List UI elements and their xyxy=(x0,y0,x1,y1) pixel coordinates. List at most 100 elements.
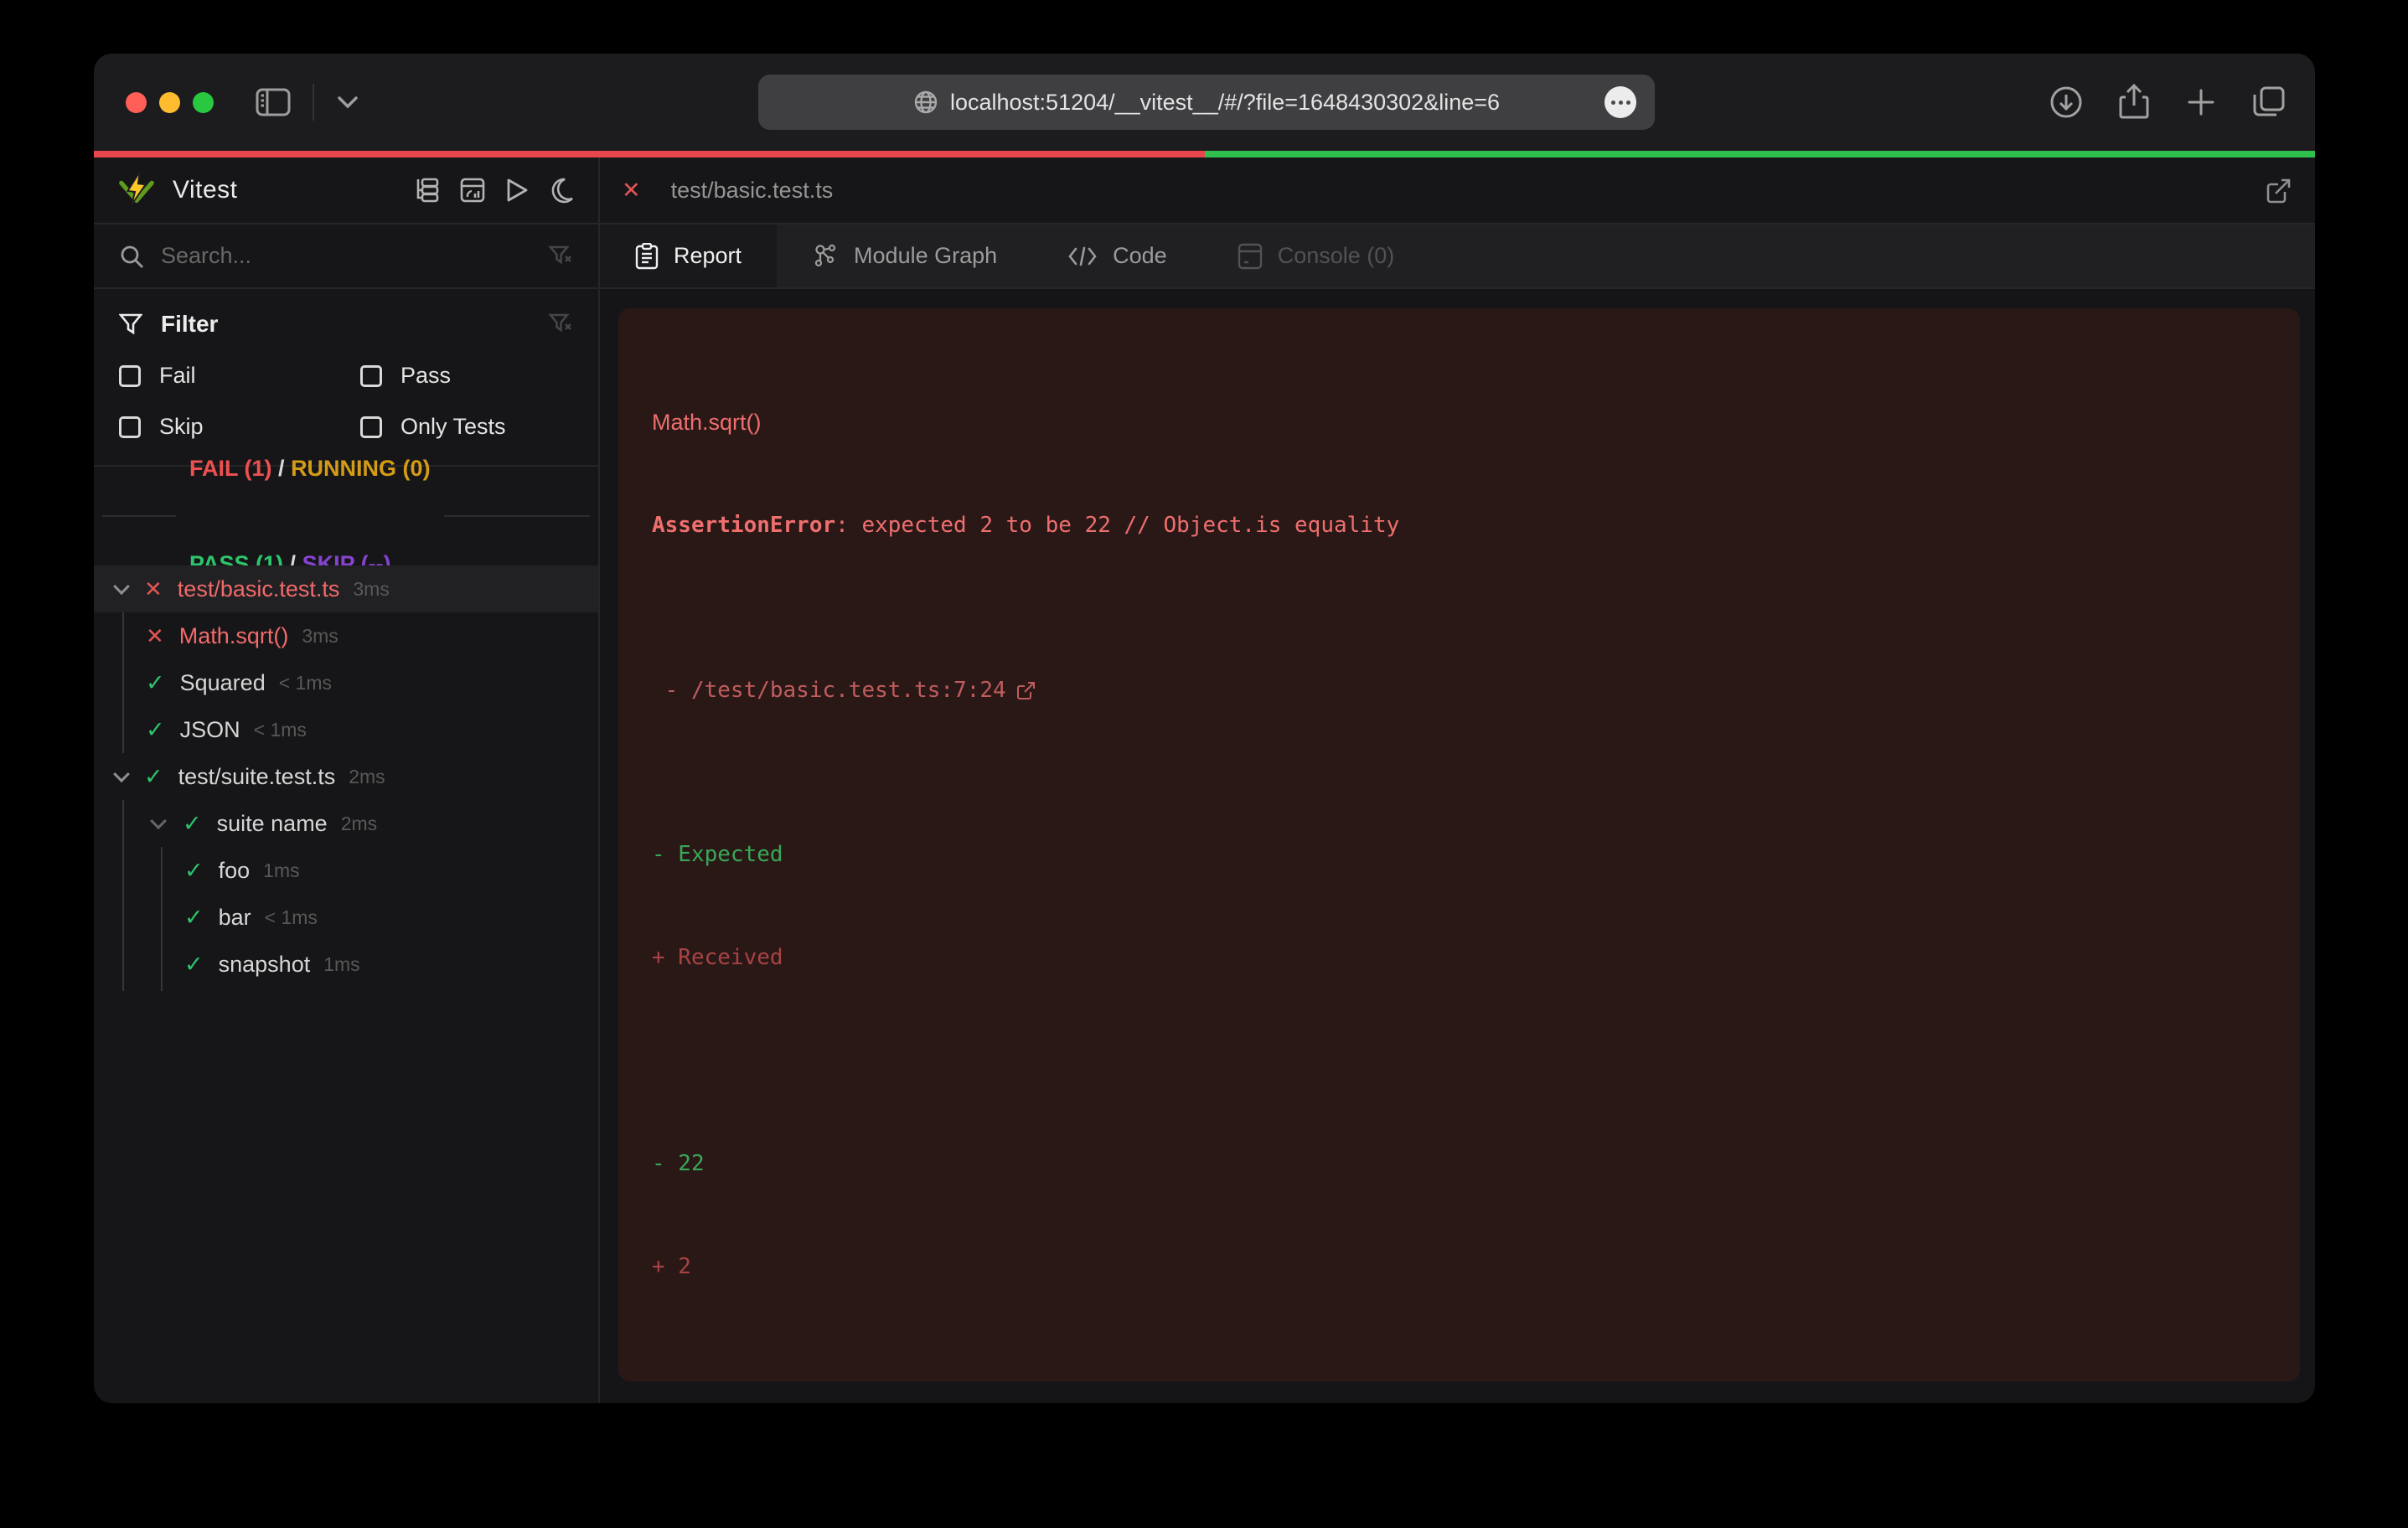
tab-label: Console (0) xyxy=(1278,243,1395,269)
tree-label: Math.sqrt() xyxy=(179,623,289,649)
tree-label: suite name xyxy=(217,811,328,837)
tree-row-file-basic[interactable]: ✕ test/basic.test.ts 3ms xyxy=(94,565,598,612)
filter-checkbox-pass[interactable]: Pass xyxy=(360,363,573,389)
tree-label: bar xyxy=(219,905,251,931)
tree-duration: 1ms xyxy=(323,953,359,976)
error-message: AssertionError: expected 2 to be 22 // O… xyxy=(652,508,2266,543)
tree-duration: < 1ms xyxy=(279,672,332,694)
open-file-header: ✕ test/basic.test.ts xyxy=(600,157,2315,225)
tree-label: Squared xyxy=(180,670,266,696)
failed-test-name: Math.sqrt() xyxy=(652,405,2266,440)
tree-duration: 2ms xyxy=(349,766,385,788)
search-placeholder: Search... xyxy=(161,243,251,268)
console-icon xyxy=(1238,243,1263,270)
search-input[interactable]: Search... xyxy=(161,243,548,269)
tab-module-graph[interactable]: Module Graph xyxy=(777,225,1032,287)
app-title: Vitest xyxy=(173,176,238,204)
pass-icon: ✓ xyxy=(184,905,204,931)
fail-count: FAIL (1) xyxy=(189,456,272,481)
browser-window: localhost:51204/__vitest__/#/?file=16484… xyxy=(94,54,2315,1403)
tree-guide-line xyxy=(122,612,124,753)
tab-code[interactable]: Code xyxy=(1032,225,1202,287)
tree-duration: 3ms xyxy=(353,578,389,601)
chevron-down-icon[interactable] xyxy=(150,813,167,829)
report-content: Math.sqrt() AssertionError: expected 2 t… xyxy=(600,289,2315,1403)
file-fail-icon: ✕ xyxy=(622,178,641,204)
tree-row-test-mathsqrt[interactable]: ✕ Math.sqrt() 3ms xyxy=(94,612,598,659)
dashboard-icon[interactable] xyxy=(459,177,486,204)
minimize-window-button[interactable] xyxy=(159,92,180,113)
clear-filter-icon[interactable] xyxy=(548,312,573,337)
running-count: RUNNING (0) xyxy=(291,456,431,481)
open-file-name: test/basic.test.ts xyxy=(671,178,834,204)
main-pane: ✕ test/basic.test.ts xyxy=(598,157,2315,1403)
list-tree-icon[interactable] xyxy=(414,177,441,204)
diff-received-label: + Received xyxy=(652,941,2266,975)
tree-row-test-squared[interactable]: ✓ Squared < 1ms xyxy=(94,659,598,706)
pass-icon: ✓ xyxy=(144,764,163,790)
tree-row-test-json[interactable]: ✓ JSON < 1ms xyxy=(94,706,598,753)
filter-title: Filter xyxy=(161,311,218,338)
test-summary: FAIL (1) / RUNNING (0) PASS (1) / SKIP (… xyxy=(94,467,598,565)
diff-received-value: + 2 xyxy=(652,1250,2266,1284)
tree-label: JSON xyxy=(180,717,240,743)
tree-label: foo xyxy=(219,858,251,884)
tree-duration: < 1ms xyxy=(265,906,318,929)
progress-fail-segment xyxy=(94,151,1205,157)
zoom-window-button[interactable] xyxy=(193,92,214,113)
toolbar-separator xyxy=(313,84,314,121)
dark-mode-icon[interactable] xyxy=(548,177,575,204)
tree-row-test-bar[interactable]: ✓ bar < 1ms xyxy=(94,894,598,941)
open-location-icon[interactable] xyxy=(1016,612,1200,769)
open-in-editor-icon[interactable] xyxy=(2265,176,2293,204)
clear-search-filter-icon[interactable] xyxy=(548,244,573,269)
tree-row-test-snapshot[interactable]: ✓ snapshot 1ms xyxy=(94,941,598,988)
vitest-logo xyxy=(117,171,156,209)
tab-label: Report xyxy=(674,243,742,269)
module-graph-icon xyxy=(812,243,839,270)
tree-guide-line xyxy=(161,847,163,991)
download-icon[interactable] xyxy=(2049,85,2084,120)
tree-row-file-suite[interactable]: ✓ test/suite.test.ts 2ms xyxy=(94,753,598,800)
tab-label: Code xyxy=(1113,243,1167,269)
pass-icon: ✓ xyxy=(184,952,204,978)
chevron-down-icon[interactable] xyxy=(113,766,130,782)
tree-label: test/basic.test.ts xyxy=(178,576,340,602)
pass-icon: ✓ xyxy=(146,670,165,696)
tree-row-suite-name[interactable]: ✓ suite name 2ms xyxy=(94,800,598,847)
sidebar-toggle-icon[interactable] xyxy=(256,88,291,116)
chevron-down-icon[interactable] xyxy=(113,578,130,595)
filter-checkbox-fail[interactable]: Fail xyxy=(119,363,360,389)
checkbox-label: Pass xyxy=(400,363,451,389)
share-icon[interactable] xyxy=(2117,84,2151,121)
report-icon xyxy=(635,243,659,270)
tab-report[interactable]: Report xyxy=(600,225,777,287)
tab-group-chevron-icon[interactable] xyxy=(336,95,359,110)
run-all-icon[interactable] xyxy=(504,177,530,204)
checkbox-icon[interactable] xyxy=(119,365,141,387)
search-icon xyxy=(119,244,144,269)
tree-row-test-foo[interactable]: ✓ foo 1ms xyxy=(94,847,598,894)
pass-icon: ✓ xyxy=(146,717,165,743)
checkbox-icon[interactable] xyxy=(360,365,382,387)
test-tree: ✕ test/basic.test.ts 3ms ✕ Math.sqrt() 3… xyxy=(94,565,598,1403)
tree-duration: < 1ms xyxy=(254,719,307,741)
url-text: localhost:51204/__vitest__/#/?file=16484… xyxy=(950,90,1500,116)
fail-icon: ✕ xyxy=(146,623,164,649)
address-bar[interactable]: localhost:51204/__vitest__/#/?file=16484… xyxy=(758,75,1655,130)
tab-label: Module Graph xyxy=(854,243,997,269)
close-window-button[interactable] xyxy=(126,92,147,113)
error-location: - /test/basic.test.ts:7:24 xyxy=(652,612,2266,769)
traffic-lights xyxy=(126,92,214,113)
tab-console[interactable]: Console (0) xyxy=(1202,225,1430,287)
checkbox-label: Fail xyxy=(159,363,196,389)
new-tab-icon[interactable] xyxy=(2184,85,2218,119)
ellipsis-icon[interactable] xyxy=(1604,86,1636,118)
tabs-overview-icon[interactable] xyxy=(2251,85,2287,120)
sidebar: Vitest xyxy=(94,157,598,1403)
checkbox-icon[interactable] xyxy=(119,416,141,438)
tree-label: test/suite.test.ts xyxy=(178,764,336,790)
tree-guide-line xyxy=(122,800,124,991)
diff-expected-value: - 22 xyxy=(652,1147,2266,1181)
globe-icon xyxy=(913,90,938,115)
